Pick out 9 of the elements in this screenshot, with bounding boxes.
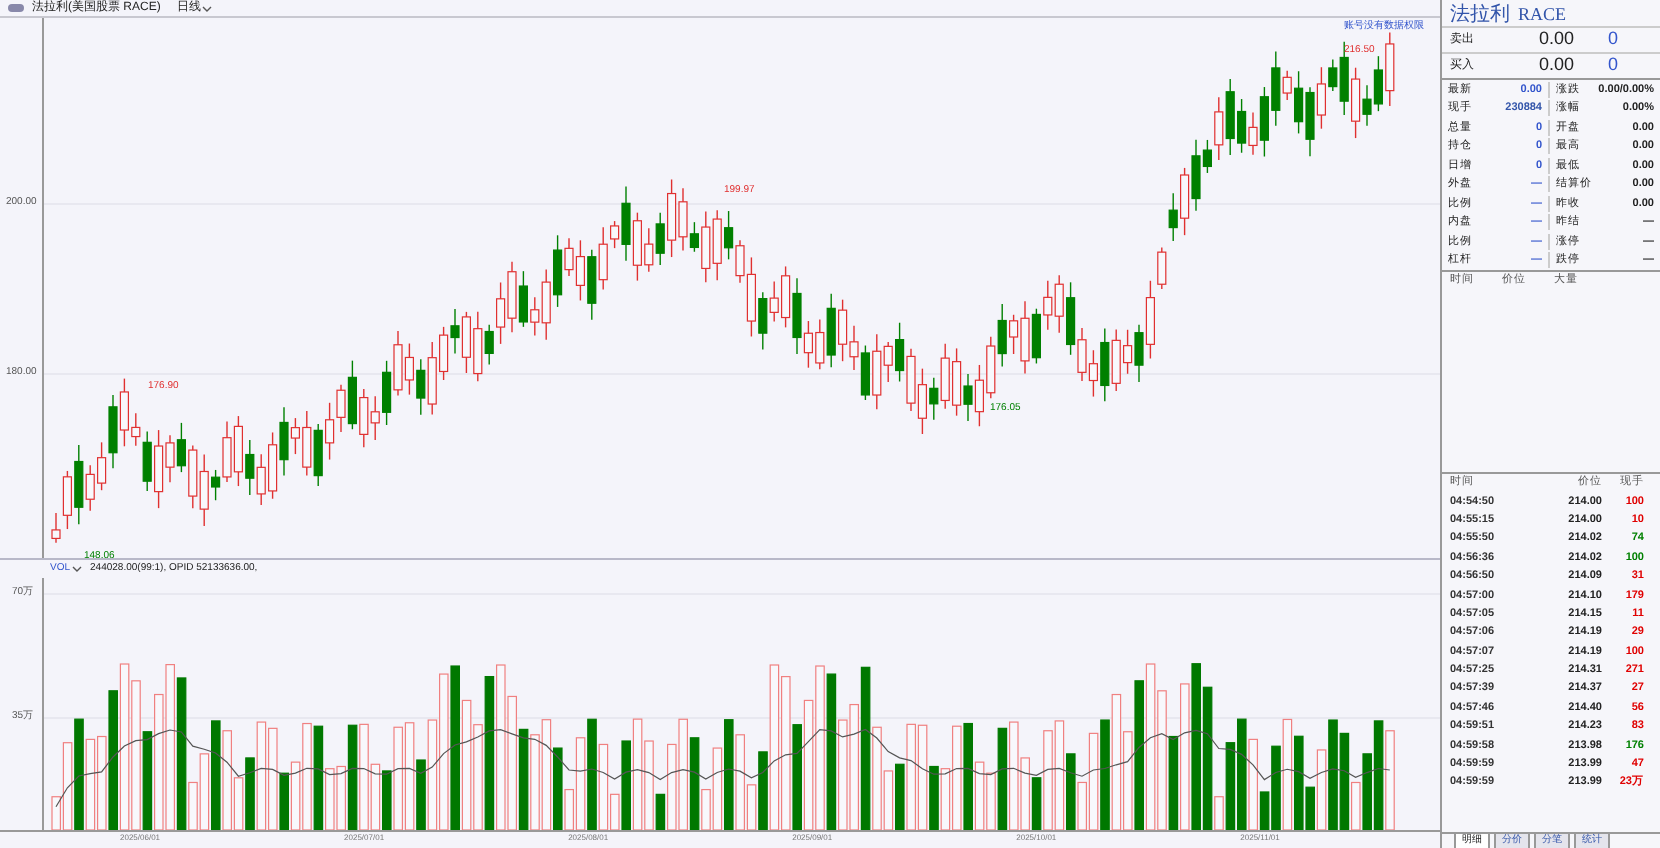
- chart-icon: [8, 4, 24, 12]
- order-price: 0.00: [1536, 52, 1574, 79]
- order-price: 0.00: [1536, 26, 1574, 53]
- stock-name: 法拉利: [1450, 1, 1510, 30]
- caret-icon: [72, 566, 83, 572]
- order-quantity: 0: [1605, 52, 1620, 79]
- order-quantity: 0: [1605, 26, 1620, 53]
- caret-icon: [202, 5, 213, 11]
- stock-code: RACE: [1518, 2, 1567, 28]
